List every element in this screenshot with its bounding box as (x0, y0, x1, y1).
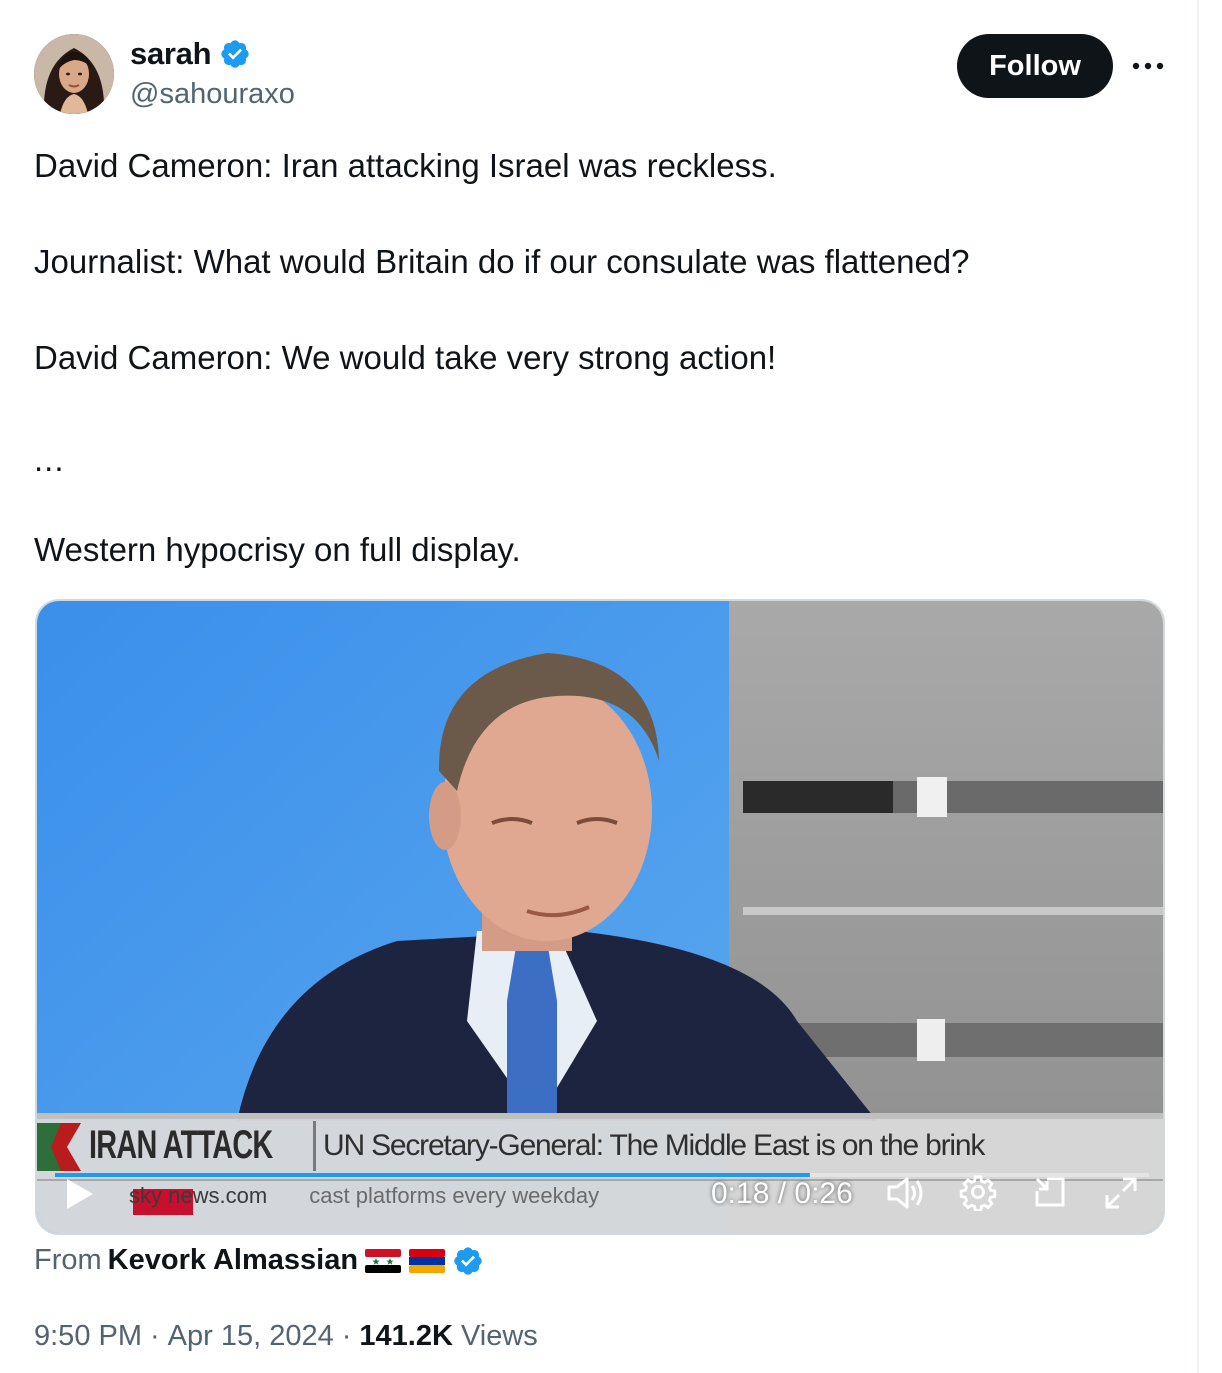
chyron-brand: sky news.com cast platforms every weekda… (129, 1183, 599, 1209)
avatar-image (34, 34, 114, 114)
picture-in-picture-icon (1035, 1177, 1065, 1207)
play-button[interactable] (65, 1177, 95, 1211)
video-timecode: 0:18 / 0:26 (711, 1177, 853, 1210)
tweet-time[interactable]: 9:50 PM (34, 1320, 142, 1353)
author-handle[interactable]: @sahouraxo (130, 78, 295, 111)
armenia-flag-icon (409, 1248, 446, 1273)
settings-gear-icon (959, 1175, 997, 1211)
volume-icon (887, 1177, 923, 1209)
author-avatar[interactable] (34, 34, 114, 114)
picture-in-picture-button[interactable] (1033, 1175, 1067, 1209)
column-border (1197, 0, 1199, 1373)
tweet-date[interactable]: Apr 15, 2024 (168, 1320, 334, 1353)
chyron-subheadline: UN Secretary-General: The Middle East is… (323, 1129, 985, 1162)
chyron-brand-text: sky news.com (129, 1183, 268, 1208)
meta-separator: · (150, 1320, 160, 1352)
chyron-headline: IRAN ATTACK (89, 1123, 273, 1167)
fullscreen-expand-icon (1105, 1177, 1137, 1209)
play-icon (67, 1179, 93, 1209)
tweet-text-line: Journalist: What would Britain do if our… (34, 243, 970, 280)
verified-badge-icon[interactable] (219, 38, 251, 70)
author-display-name[interactable]: sarah (130, 36, 212, 72)
tweet-text-line: ... (34, 441, 65, 478)
verified-badge-icon[interactable] (452, 1245, 484, 1277)
tweet-text-line: Western hypocrisy on full display. (34, 531, 521, 568)
author-name-row[interactable]: sarah (130, 36, 251, 72)
views-count[interactable]: 141.2K (359, 1320, 453, 1353)
meta-separator: · (341, 1320, 352, 1352)
more-options-icon[interactable] (1128, 50, 1168, 82)
video-player[interactable]: IRAN ATTACK UN Secretary-General: The Mi… (35, 599, 1165, 1235)
from-label: From (34, 1244, 102, 1276)
tweet-metadata: 9:50 PM · Apr 15, 2024 · 141.2K Views (34, 1320, 538, 1353)
follow-button[interactable]: Follow (957, 34, 1113, 98)
fullscreen-button[interactable] (1103, 1175, 1139, 1211)
source-account-name[interactable]: Kevork Almassian (108, 1244, 358, 1277)
views-label[interactable]: Views (461, 1320, 538, 1353)
volume-button[interactable] (885, 1175, 925, 1211)
tweet-text-line: David Cameron: We would take very strong… (34, 339, 777, 376)
chyron-ticker: cast platforms every weekday (309, 1183, 600, 1208)
video-source-attribution: From Kevork Almassian (34, 1244, 484, 1277)
syria-flag-icon (365, 1248, 402, 1273)
tweet-text-line: David Cameron: Iran attacking Israel was… (34, 147, 777, 184)
settings-button[interactable] (959, 1173, 997, 1211)
